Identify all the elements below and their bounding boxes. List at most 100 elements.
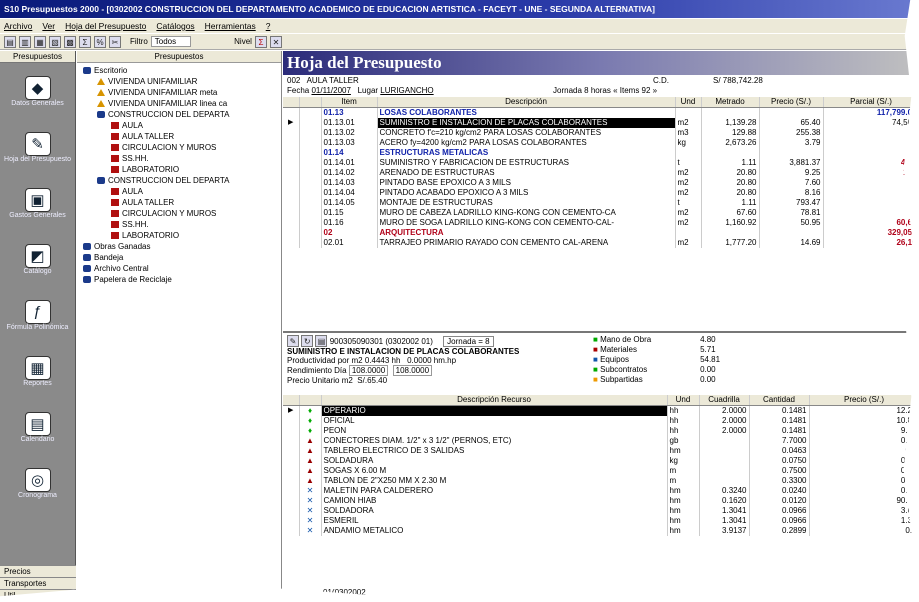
table-row[interactable]: 01.13.02CONCRETO f'c=210 kg/cm2 PARA LOS… (283, 128, 919, 138)
left-nav-bottom-item[interactable]: Precios (0, 565, 76, 577)
apu-jornada[interactable]: Jornada = 8 (443, 336, 493, 347)
fecha-value[interactable]: 01/11/2007 (311, 86, 350, 95)
table-row[interactable]: ▶♦OPERARIOhh2.00000.148112.23 (283, 406, 919, 417)
tree-node[interactable]: Escritorio (77, 65, 281, 76)
left-nav-bottom-item[interactable]: Transportes (0, 577, 76, 589)
apu-edit-icon[interactable]: ✎ (287, 335, 299, 347)
table-row[interactable]: 01.14.03PINTADO BASE EPOXICO A 3 MILSm22… (283, 178, 919, 188)
table-row[interactable]: 01.14.04PINTADO ACABADO EPOXICO A 3 MILS… (283, 188, 919, 198)
column-header[interactable]: Parcial (S/.) (823, 97, 919, 108)
column-header[interactable]: Cantidad (749, 395, 809, 406)
tree-node[interactable]: Obras Ganadas (77, 241, 281, 252)
table-row[interactable]: ✕MALETIN PARA CALDEREROhm0.32400.02400.9… (283, 486, 919, 496)
rend-value2[interactable]: 108.0000 (393, 365, 432, 376)
open-icon[interactable]: ▥ (19, 36, 31, 48)
left-nav-item-2[interactable]: ▣Gastos Generales (0, 175, 75, 231)
table-row[interactable]: 01.14.05MONTAJE DE ESTRUCTURASt1.11793.4… (283, 198, 919, 208)
document-icon (111, 144, 119, 151)
tree-node[interactable]: Papelera de Reciclaje (77, 274, 281, 285)
close-icon[interactable]: ✕ (270, 36, 282, 48)
column-header[interactable]: Metrado (701, 97, 759, 108)
left-nav-item-6[interactable]: ▤Calendario (0, 399, 75, 455)
menu-item-5[interactable]: ? (266, 21, 271, 31)
table-row[interactable]: ♦OFICIALhh2.00000.148110.89 (283, 416, 919, 426)
table-row[interactable]: 02ARQUITECTURA329,055 (283, 228, 919, 238)
tree-node[interactable]: AULA (77, 120, 281, 131)
left-nav-item-4[interactable]: ƒFórmula Polinómica (0, 287, 75, 343)
column-header[interactable]: Item (321, 97, 377, 108)
menu-item-3[interactable]: Catálogos (156, 21, 194, 31)
cell-item: 01.14.01 (321, 158, 377, 168)
tree-node[interactable]: Archivo Central (77, 263, 281, 274)
new-icon[interactable]: ▤ (4, 36, 16, 48)
menu-item-4[interactable]: Herramientas (205, 21, 256, 31)
table-row[interactable]: 01.14.02ARENADO DE ESTRUCTURASm220.809.2… (283, 168, 919, 178)
menu-item-0[interactable]: Archivo (4, 21, 32, 31)
table-row[interactable]: ✕ANDAMIO METALICOhm3.91370.28990.8 (283, 526, 919, 536)
table-row[interactable]: ✕CAMION HIABhm0.16200.012090.00 (283, 496, 919, 506)
sum-icon[interactable]: Σ (79, 36, 91, 48)
table-row[interactable]: 01.16MURO DE SOGA LADRILLO KING-KONG CON… (283, 218, 919, 228)
save-icon[interactable]: ▦ (34, 36, 46, 48)
column-header[interactable]: Precio (S/.) (809, 395, 919, 406)
table-row[interactable]: ▲CONECTORES DIAM. 1/2" x 3 1/2" (PERNOS,… (283, 436, 919, 446)
column-header[interactable]: Descripción (377, 97, 675, 108)
left-nav-item-0[interactable]: ◆Datos Generales (0, 63, 75, 119)
grid-icon[interactable]: ▩ (64, 36, 76, 48)
table-row[interactable]: ▲TABLON DE 2"X250 MM X 2.30 Mm0.33000.33 (283, 476, 919, 486)
table-row[interactable]: 01.15MURO DE CABEZA LADRILLO KING-KONG C… (283, 208, 919, 218)
tree-node[interactable]: AULA (77, 186, 281, 197)
apu-save-icon[interactable]: ▤ (315, 335, 327, 347)
lugar-value[interactable]: LURIGANCHO (380, 86, 433, 95)
percent-icon[interactable]: % (94, 36, 106, 48)
sigma-icon[interactable]: Σ (255, 36, 267, 48)
jornada-value[interactable]: 8 (584, 86, 588, 95)
column-header[interactable]: Descripción Recurso (321, 395, 667, 406)
table-row[interactable]: 01.14ESTRUCTURAS METALICAS (283, 148, 919, 158)
column-header[interactable]: Und (667, 395, 699, 406)
table-row[interactable]: 01.13.03ACERO fy=4200 kg/cm2 PARA LOSAS … (283, 138, 919, 148)
document-icon (111, 188, 119, 195)
table-row[interactable]: ▶01.13.01SUMINISTRO E INSTALACION DE PLA… (283, 118, 919, 128)
table-row[interactable]: 01.13LOSAS COLABORANTES117,799.00 (283, 108, 919, 119)
column-header[interactable]: Precio (S/.) (759, 97, 823, 108)
tree-node[interactable]: VIVIENDA UNIFAMILIAR linea ca (77, 98, 281, 109)
table-row[interactable]: ♦PEONhh2.00000.14819.65 (283, 426, 919, 436)
apu-refresh-icon[interactable]: ↻ (301, 335, 313, 347)
menu-item-2[interactable]: Hoja del Presupuesto (65, 21, 146, 31)
left-nav-item-1[interactable]: ✎Hoja del Presupuesto (0, 119, 75, 175)
print-icon[interactable]: ▧ (49, 36, 61, 48)
table-row[interactable]: ✕SOLDADORAhm1.30410.09663.65 (283, 506, 919, 516)
table-row[interactable]: ▲SOLDADURAkg0.07500.05 (283, 456, 919, 466)
table-row[interactable]: ✕ESMERILhm1.30410.09661.35 (283, 516, 919, 526)
column-header[interactable]: Cuadrilla (699, 395, 749, 406)
cut-icon[interactable]: ✂ (109, 36, 121, 48)
tree-node[interactable]: CONSTRUCCION DEL DEPARTA (77, 109, 281, 120)
tree-node[interactable]: VIVIENDA UNIFAMILIAR (77, 76, 281, 87)
column-header[interactable]: Und (675, 97, 701, 108)
left-nav-tab[interactable]: Presupuestos (0, 51, 75, 63)
left-nav-item-5[interactable]: ▦Reportes (0, 343, 75, 399)
tree-node[interactable]: Bandeja (77, 252, 281, 263)
tree-node[interactable]: LABORATORIO (77, 164, 281, 175)
filter-select[interactable]: Todos (151, 36, 191, 47)
table-row[interactable]: ▲SOGAS X 6.00 Mm0.75000.24 (283, 466, 919, 476)
tree-node[interactable]: SS.HH. (77, 219, 281, 230)
tree-node[interactable]: CONSTRUCCION DEL DEPARTA (77, 175, 281, 186)
left-nav-item-3[interactable]: ◩Catálogo (0, 231, 75, 287)
tree-node[interactable]: SS.HH. (77, 153, 281, 164)
tree-node[interactable]: AULA TALLER (77, 131, 281, 142)
tree-node[interactable]: CIRCULACION Y MUROS (77, 142, 281, 153)
cell-item: 01.13.03 (321, 138, 377, 148)
rend-value[interactable]: 108.0000 (349, 365, 388, 376)
table-row[interactable]: 02.01TARRAJEO PRIMARIO RAYADO CON CEMENT… (283, 238, 919, 248)
row-pointer (283, 108, 299, 119)
tree-node[interactable]: LABORATORIO (77, 230, 281, 241)
table-row[interactable]: 01.14.01SUMINISTRO Y FABRICACION DE ESTR… (283, 158, 919, 168)
menu-item-1[interactable]: Ver (42, 21, 55, 31)
tree-node[interactable]: AULA TALLER (77, 197, 281, 208)
table-row[interactable]: ▲TABLERO ELECTRICO DE 3 SALIDAShm0.04630… (283, 446, 919, 456)
left-nav-item-7[interactable]: ◎Cronograma (0, 455, 75, 511)
tree-node[interactable]: CIRCULACION Y MUROS (77, 208, 281, 219)
tree-node[interactable]: VIVIENDA UNIFAMILIAR meta (77, 87, 281, 98)
